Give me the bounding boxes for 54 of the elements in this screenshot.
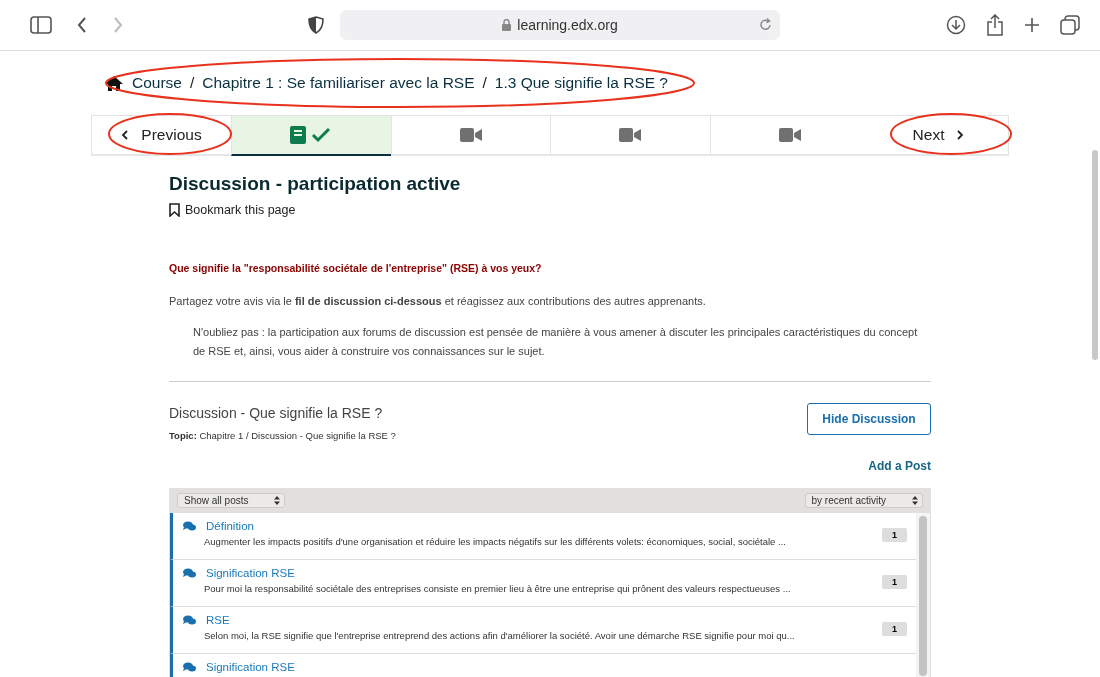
comment-count: 1 (882, 528, 907, 542)
unit-tab[interactable] (231, 116, 391, 156)
scrollbar-thumb[interactable] (919, 516, 927, 676)
post-excerpt: Selon moi, la RSE signifie que l'entreprise entreprend des actions afin d'améliorer la société. Avoir une démarche RSE signifie pour moi qu... (204, 630, 796, 641)
address-bar[interactable]: learning.edx.org (340, 10, 780, 40)
home-icon[interactable] (104, 74, 124, 92)
back-icon[interactable] (76, 16, 88, 34)
download-icon[interactable] (946, 15, 966, 35)
unit-title: Discussion - participation active (169, 173, 462, 195)
reload-icon[interactable] (759, 18, 772, 32)
video-camera-icon (619, 128, 642, 142)
post-title: Signification RSE (206, 567, 295, 579)
topic-text: Chapitre 1 / Discussion - Que signifie la RSE ? (199, 430, 396, 441)
plus-icon[interactable] (1024, 17, 1040, 33)
post-excerpt: Augmenter les impacts positifs d'une organisation et réduire les impacts négatifs sur les différents volets: économiques, social, sociétale ... (204, 536, 787, 547)
note-text: N'oubliez pas : la participation aux forums de discussion est pensée de manière à vous amener à discuter les principales caractéristiques du concept de RSE et, ainsi, vous aider à construire vos connaissances sur le sujet. (193, 325, 919, 359)
comments-icon (183, 520, 196, 532)
comments-icon (183, 614, 196, 626)
instruction-text: Partagez votre avis via le fil de discussion ci-dessous et réagissez aux contributions des autres apprenants. (169, 294, 707, 309)
question-text: Que signifie la "responsabilité sociétale de l'entreprise" (RSE) à vos yeux? (169, 261, 543, 276)
bookmark-icon (169, 203, 180, 217)
post-title: RSE (206, 614, 230, 626)
video-camera-icon (778, 128, 801, 142)
tabs-icon[interactable] (1060, 15, 1080, 35)
post-excerpt: Pour moi la responsabilité sociétale des entreprises consiste en premier lieu à être une entreprise qui prônent des valeurs respectueuses ... (204, 583, 792, 594)
comments-icon (183, 661, 196, 673)
comment-count: 1 (882, 622, 907, 636)
breadcrumb-separator: / (189, 74, 195, 92)
topic-label: Topic: (169, 430, 197, 441)
sort-dropdown[interactable]: by recent activity (804, 493, 923, 508)
filter-dropdown[interactable]: Show all posts (177, 493, 286, 508)
updown-arrows-icon (912, 496, 918, 505)
breadcrumb-separator: / (482, 74, 487, 92)
hide-discussion-button[interactable]: Hide Discussion (807, 403, 931, 435)
lock-icon (502, 19, 512, 31)
bookmark-link[interactable]: Bookmark this page (169, 203, 931, 217)
breadcrumb-link[interactable]: 1.3 Que signifie la RSE ? (494, 74, 668, 92)
add-post-link[interactable]: Add a Post (868, 459, 931, 473)
chevron-left-icon (121, 130, 130, 140)
updown-arrows-icon (274, 496, 281, 505)
sidebar-icon[interactable] (30, 16, 52, 34)
discussion-title: Discussion - Que signifie la RSE ? (169, 405, 384, 421)
shield-icon[interactable] (308, 16, 324, 34)
video-camera-icon (459, 128, 482, 142)
breadcrumb-link[interactable]: Chapitre 1 : Se familiariser avec la RSE (202, 74, 475, 92)
chevron-right-icon (956, 130, 965, 140)
breadcrumb-link[interactable]: Course (132, 74, 182, 92)
share-icon[interactable] (986, 14, 1004, 36)
comments-icon (183, 567, 196, 579)
post-item[interactable]: Définition Augmenter les impacts positifs d'une organisation et réduire les impacts négatifs sur les différents volets: économiques, social, sociétale ... 1 (170, 513, 916, 560)
post-title: Définition (206, 520, 254, 532)
comment-count: 1 (882, 575, 907, 589)
scrollbar-thumb[interactable] (1092, 150, 1098, 360)
post-title: Signification RSE (206, 661, 295, 673)
